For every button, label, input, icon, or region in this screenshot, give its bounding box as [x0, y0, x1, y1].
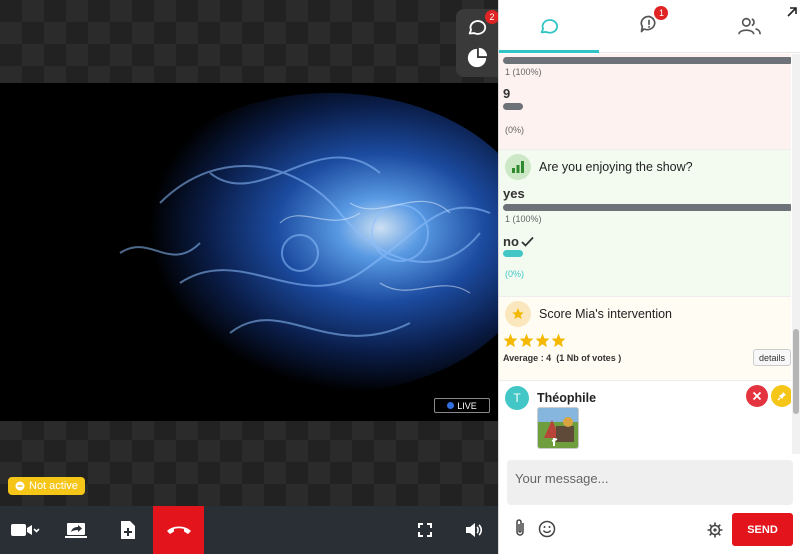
avatar: T — [505, 386, 529, 410]
star-filled-icon — [519, 333, 534, 348]
attach-button[interactable] — [513, 518, 527, 543]
chat-bubble-icon — [540, 19, 559, 34]
add-document-button[interactable] — [102, 506, 153, 554]
message-author: Théophile — [537, 391, 597, 405]
poll-icon-wrap — [505, 154, 531, 180]
poll-result-bar — [503, 103, 523, 110]
chat-badge: 2 — [485, 10, 499, 24]
rating-average: Average : 4 (1 Nb of votes ) — [503, 353, 622, 363]
star-icon — [512, 308, 524, 320]
message-input[interactable] — [507, 460, 793, 505]
poll-result-bar — [503, 250, 523, 257]
poll-result-text: 1 (100%) — [505, 214, 542, 224]
rating-stars — [503, 333, 566, 348]
poll-card: 1 (100%) 9 (0%) — [499, 54, 791, 150]
participants-icon — [737, 17, 761, 35]
fullscreen-button[interactable] — [400, 506, 450, 554]
delete-message-button[interactable] — [746, 385, 768, 407]
pin-icon — [777, 392, 786, 401]
rating-question: Score Mia's intervention — [539, 307, 673, 321]
volume-button[interactable] — [450, 506, 498, 554]
volume-icon — [466, 523, 483, 537]
poll-question: Are you enjoying the show? — [539, 160, 693, 174]
side-panel: 1 1 (100%) 9 (0%) Are you enjoying the s… — [498, 0, 800, 554]
poll-option-selected: no — [503, 234, 534, 249]
floating-tools: 2 — [456, 9, 499, 77]
live-indicator: LIVE — [434, 398, 490, 413]
chat-settings-button[interactable] — [707, 522, 723, 543]
phone-hangup-icon — [166, 526, 191, 534]
tab-participants[interactable] — [700, 0, 800, 52]
status-label: Not active — [29, 480, 78, 492]
video-camera-icon — [11, 524, 40, 536]
poll-header: Are you enjoying the show? — [505, 154, 693, 180]
tab-alerts[interactable]: 1 — [599, 0, 699, 52]
poll-result-bar — [503, 204, 791, 211]
share-screen-button[interactable] — [50, 506, 102, 554]
details-button[interactable]: details — [753, 349, 791, 366]
bar-chart-icon — [512, 161, 524, 173]
star-filled-icon — [551, 333, 566, 348]
live-dot-icon — [447, 402, 455, 409]
video-stage: LIVE 2 Not active — [0, 0, 499, 506]
chat-message: T Théophile — [499, 381, 791, 454]
paperclip-icon — [516, 519, 524, 536]
chat-feed: 1 (100%) 9 (0%) Are you enjoying the sho… — [499, 54, 791, 454]
alerts-badge: 1 — [654, 5, 669, 20]
pie-chart-icon — [467, 47, 488, 68]
add-file-icon — [120, 521, 135, 539]
chat-bubble-icon — [468, 20, 487, 35]
poll-icon-wrap — [505, 301, 531, 327]
gear-icon — [707, 522, 723, 538]
close-icon — [752, 391, 762, 401]
send-button[interactable]: SEND — [732, 513, 793, 546]
message-image-attachment[interactable] — [537, 407, 579, 449]
panel-tabs: 1 — [499, 0, 800, 53]
camera-menu-button[interactable] — [0, 506, 50, 554]
chat-status-icon — [15, 481, 25, 491]
checkmark-icon — [521, 236, 534, 247]
video-feed: LIVE — [0, 83, 498, 421]
live-video-frame — [0, 83, 498, 421]
pin-message-button[interactable] — [771, 385, 791, 407]
chat-toggle-button[interactable]: 2 — [464, 10, 499, 41]
emoji-button[interactable] — [538, 520, 556, 543]
live-label: LIVE — [457, 400, 477, 411]
call-toolbar — [0, 506, 498, 554]
poll-result-text: 1 (100%) — [505, 67, 542, 77]
poll-result-text: (0%) — [505, 269, 525, 279]
share-screen-icon — [65, 523, 87, 538]
poll-result-text: (0%) — [505, 125, 525, 135]
fullscreen-icon — [418, 523, 432, 537]
poll-header: Score Mia's intervention — [505, 301, 672, 327]
arrow-up-right-icon — [787, 7, 797, 17]
hang-up-button[interactable] — [153, 506, 204, 554]
expand-panel-button[interactable] — [786, 5, 798, 23]
scrollbar-thumb[interactable] — [793, 329, 799, 414]
stats-toggle-button[interactable] — [464, 45, 490, 71]
poll-option-label: 9 — [503, 86, 511, 101]
star-filled-icon — [503, 333, 518, 348]
poll-card: Are you enjoying the show? yes 1 (100%) … — [499, 150, 791, 297]
rating-card: Score Mia's intervention Average : 4 (1 … — [499, 297, 791, 381]
poll-option-label: no — [503, 234, 519, 249]
image-thumbnail — [538, 408, 578, 448]
poll-option-label: yes — [503, 186, 525, 201]
star-filled-icon — [535, 333, 550, 348]
poll-result-bar — [503, 57, 791, 64]
tab-chat[interactable] — [499, 0, 600, 53]
status-badge: Not active — [8, 477, 85, 495]
feed-scrollbar[interactable] — [792, 54, 800, 454]
smiley-icon — [538, 520, 556, 538]
